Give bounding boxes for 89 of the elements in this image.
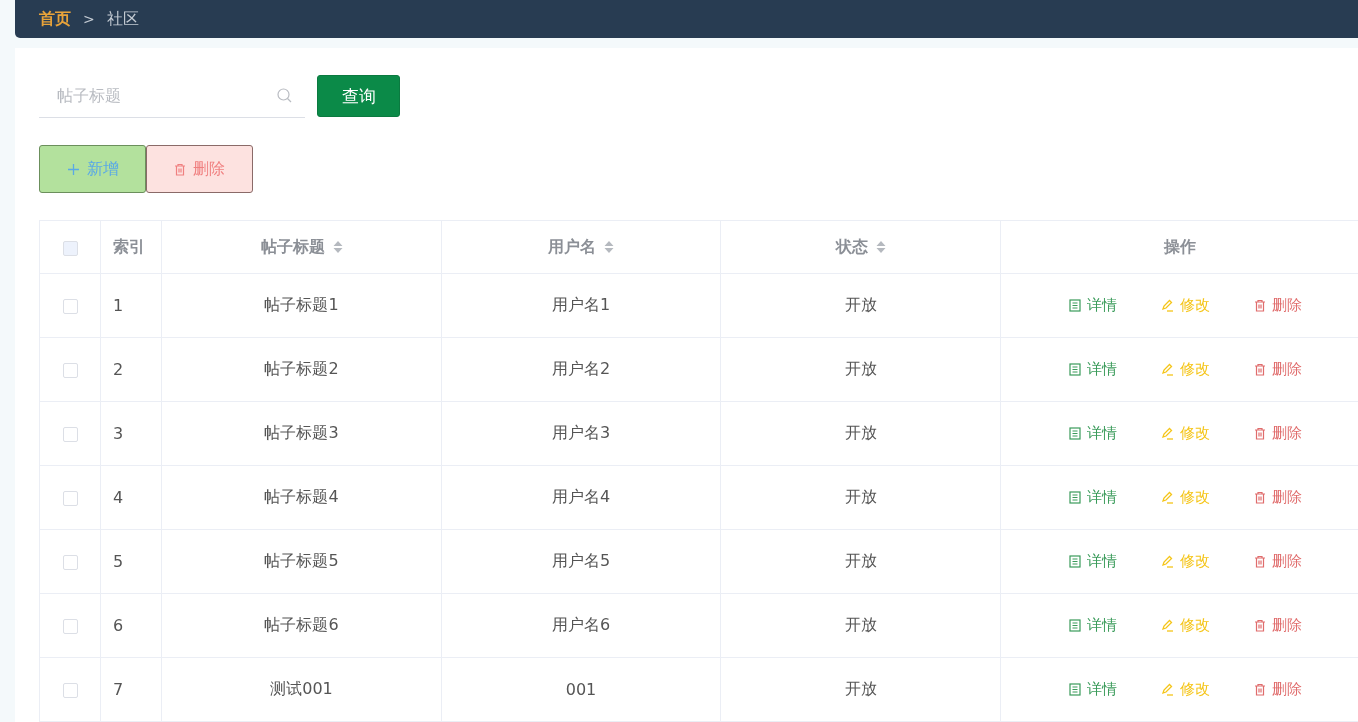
query-button[interactable]: 查询: [317, 75, 400, 117]
table-cell: 开放: [844, 487, 877, 506]
delete-link[interactable]: 删除: [1254, 552, 1302, 571]
pencil-icon: [1161, 683, 1174, 696]
table-cell: 测试001: [270, 679, 333, 698]
add-button[interactable]: 新增: [39, 145, 146, 193]
sort-icon[interactable]: [604, 240, 614, 254]
table-cell: 7: [113, 680, 124, 699]
table-cell: 开放: [844, 295, 877, 314]
detail-link[interactable]: 详情: [1069, 616, 1117, 635]
trash-icon: [1254, 427, 1266, 440]
document-icon: [1069, 683, 1081, 696]
pencil-icon: [1161, 619, 1174, 632]
column-header: 帖子标题: [260, 236, 325, 258]
search-field[interactable]: 帖子标题: [39, 74, 305, 118]
document-icon: [1069, 427, 1081, 440]
table-cell: 帖子标题1: [264, 295, 339, 314]
pencil-icon: [1161, 363, 1174, 376]
table-cell: 4: [113, 488, 124, 507]
document-icon: [1069, 491, 1081, 504]
table-cell: 开放: [844, 615, 877, 634]
table-cell: 用户名1: [551, 295, 611, 314]
table-cell: 用户名6: [551, 615, 611, 634]
trash-icon: [1254, 619, 1266, 632]
column-header: 状态: [835, 236, 868, 258]
table-cell: 6: [113, 616, 124, 635]
row-checkbox[interactable]: [62, 299, 78, 314]
table-cell: 2: [113, 360, 124, 379]
row-checkbox[interactable]: [62, 555, 78, 570]
trash-icon: [1254, 363, 1266, 376]
pencil-icon: [1161, 427, 1174, 440]
detail-link[interactable]: 详情: [1069, 552, 1117, 571]
table-cell: 用户名4: [551, 487, 611, 506]
pencil-icon: [1161, 299, 1174, 312]
column-header: 索引: [113, 236, 145, 258]
breadcrumb-item: 社区: [106, 8, 139, 30]
document-icon: [1069, 363, 1081, 376]
table-cell: 开放: [844, 359, 877, 378]
detail-link[interactable]: 详情: [1069, 424, 1117, 443]
sort-icon[interactable]: [332, 240, 343, 254]
table-cell: 用户名3: [551, 423, 611, 442]
table-cell: 开放: [844, 679, 877, 698]
table-cell: 开放: [844, 551, 877, 570]
document-icon: [1069, 619, 1081, 632]
table-cell: 1: [113, 296, 124, 315]
column-header: 操作: [1163, 236, 1196, 258]
delete-link[interactable]: 删除: [1254, 616, 1302, 635]
table-cell: 帖子标题5: [264, 551, 339, 570]
plus-icon: [66, 162, 80, 176]
trash-icon: [174, 162, 186, 176]
row-checkbox[interactable]: [62, 363, 78, 378]
delete-link[interactable]: 删除: [1254, 360, 1302, 379]
pencil-icon: [1161, 491, 1174, 504]
table-cell: 3: [113, 424, 124, 443]
document-icon: [1069, 555, 1081, 568]
search-icon: [277, 88, 292, 103]
table-cell: 帖子标题2: [264, 359, 339, 378]
delete-link[interactable]: 删除: [1254, 488, 1302, 507]
row-checkbox[interactable]: [62, 427, 78, 442]
table-cell: 帖子标题6: [264, 615, 339, 634]
table-cell: 帖子标题3: [264, 423, 339, 442]
delete-link[interactable]: 删除: [1254, 296, 1302, 315]
detail-link[interactable]: 详情: [1069, 680, 1117, 699]
detail-link[interactable]: 详情: [1069, 360, 1117, 379]
trash-icon: [1254, 555, 1266, 568]
trash-icon: [1254, 491, 1266, 504]
pencil-icon: [1161, 555, 1174, 568]
delete-link[interactable]: 删除: [1254, 424, 1302, 443]
table-cell: 用户名2: [551, 359, 611, 378]
table-cell: 5: [113, 552, 124, 571]
table-cell: 用户名5: [551, 551, 611, 570]
breadcrumb-separator: >: [83, 11, 95, 27]
detail-link[interactable]: 详情: [1069, 488, 1117, 507]
select-all-checkbox[interactable]: [62, 240, 78, 256]
trash-icon: [1254, 683, 1266, 696]
document-icon: [1069, 299, 1081, 312]
table-cell: 开放: [844, 423, 877, 442]
trash-icon: [1254, 299, 1266, 312]
row-checkbox[interactable]: [62, 619, 78, 634]
row-checkbox[interactable]: [62, 683, 78, 698]
table-cell: 帖子标题4: [264, 487, 339, 506]
sort-icon[interactable]: [875, 240, 886, 254]
table-cell: 001: [565, 680, 597, 699]
breadcrumb-item[interactable]: 首页: [39, 8, 71, 30]
column-header: 用户名: [548, 236, 596, 258]
delete-button[interactable]: 删除: [146, 145, 253, 193]
detail-link[interactable]: 详情: [1069, 296, 1117, 315]
delete-link[interactable]: 删除: [1254, 680, 1302, 699]
row-checkbox[interactable]: [62, 491, 78, 506]
